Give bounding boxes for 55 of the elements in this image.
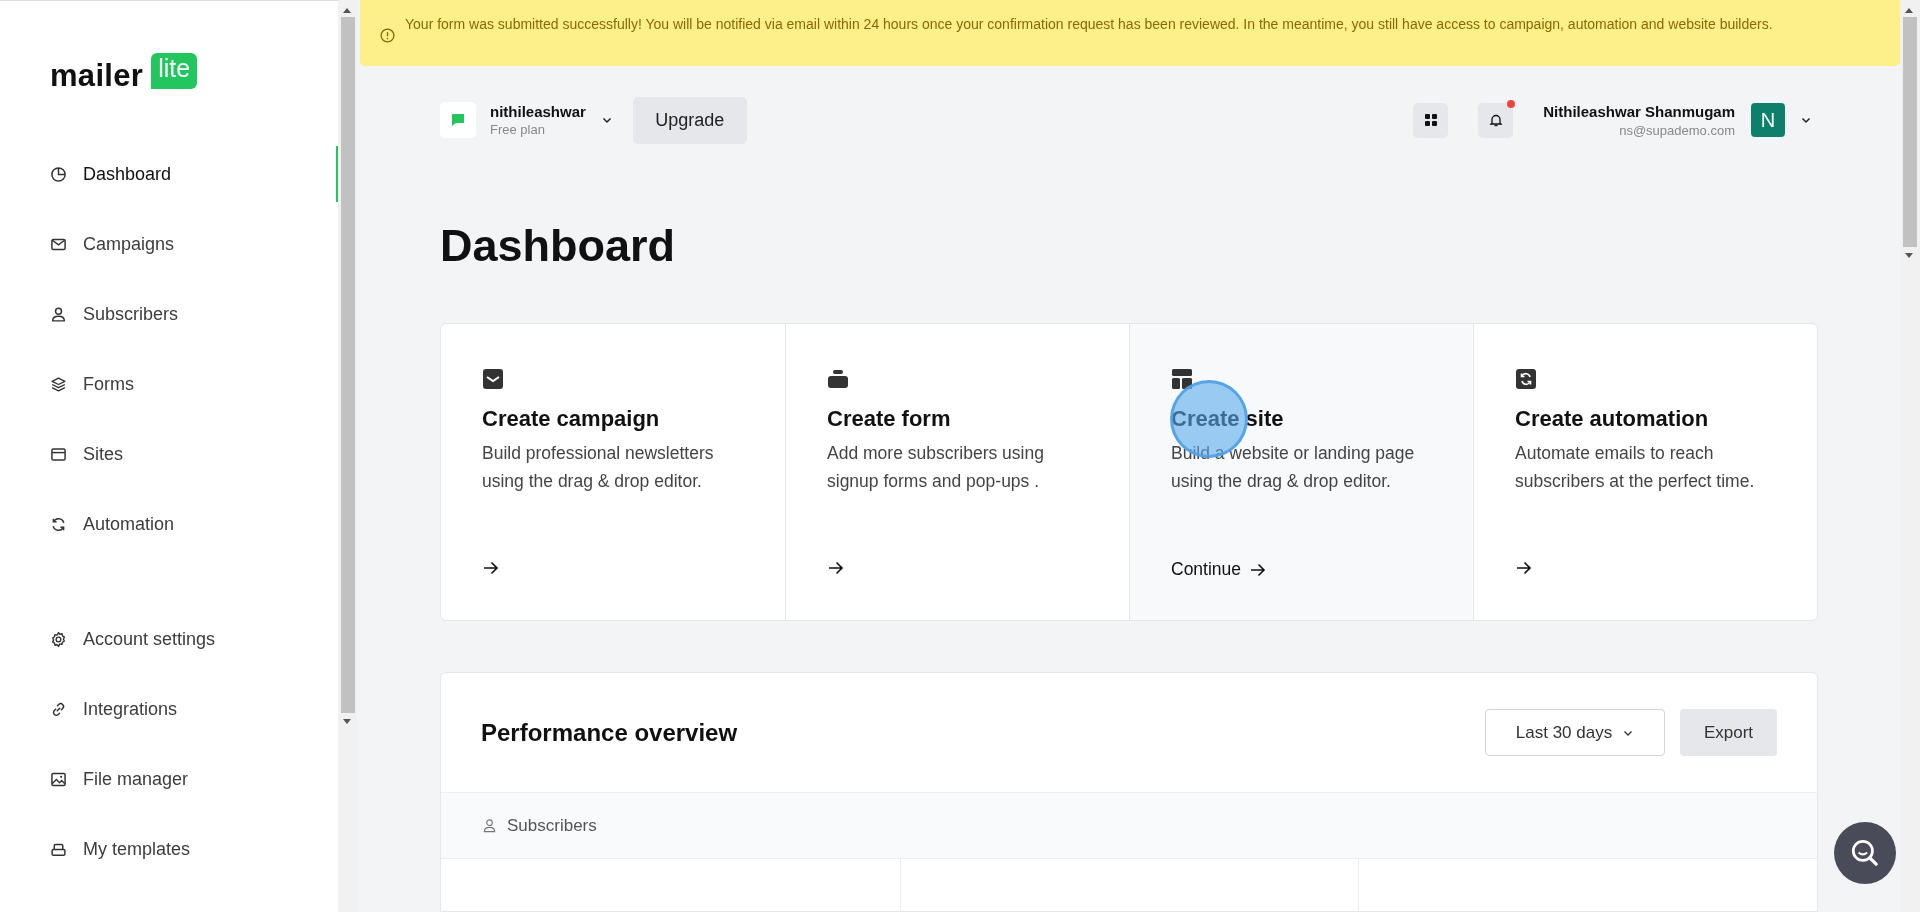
envelope-icon [482,368,504,390]
image-icon [50,770,67,788]
upgrade-button[interactable]: Upgrade [632,96,747,144]
settings-icon [50,630,67,648]
card-description: Add more subscribers using signup forms and pop-ups . [827,442,1045,493]
action-card[interactable]: Create automation Automate emails to reach subscribers at the perfect time. [1473,324,1817,620]
page-title: Dashboard [440,219,677,273]
person-icon [482,818,497,833]
link-icon [50,700,67,718]
plan-label: Free plan [490,122,546,137]
section-title: Performance overview [481,718,738,747]
layers-icon [50,375,67,393]
sidebar-item[interactable]: Dashboard [50,139,338,209]
sidebar-item[interactable]: Account settings [50,604,338,674]
logo[interactable]: mailer lite [50,51,210,91]
sidebar-item[interactable]: Automation [50,489,338,559]
arrow-right-icon[interactable] [482,559,500,577]
refresh-icon [50,515,67,533]
sidebar-scrollbar[interactable] [338,0,357,912]
sidebar-item[interactable]: Forms [50,349,338,419]
page-scrollbar[interactable] [1900,0,1920,912]
browser-icon [50,445,67,463]
action-card[interactable]: Create campaign Build professional newsletters using the drag & drop editor. [441,324,785,620]
card-title: Create automation [1515,406,1709,432]
sidebar-item[interactable]: My templates [50,814,338,884]
card-title: Create form [827,406,951,432]
sidebar-item[interactable]: File manager [50,744,338,814]
arrow-right-icon[interactable] [1515,559,1533,577]
sidebar-item[interactable]: Subscribers [50,279,338,349]
continue-link[interactable]: Continue [1171,559,1242,580]
warning-icon [380,28,395,43]
sidebar-item[interactable]: Campaigns [50,209,338,279]
apps-grid-button[interactable] [1413,102,1449,138]
alert-message: Your form was submitted successfully! You will be notified via email within 24 hours once your confirmation request has been reviewed. In the meantime, you still have access to campaign, automation and website builders. [405,15,1774,34]
sidebar-item[interactable]: Integrations [50,674,338,744]
grid-icon [1422,112,1439,128]
arrow-right-icon[interactable] [827,559,845,577]
card-title: Create campaign [482,406,660,432]
refresh-icon [1515,368,1537,390]
user-name[interactable]: Nithileashwar Shanmugam [1543,102,1735,120]
layout-icon [1171,368,1193,390]
notifications-button[interactable] [1478,102,1514,138]
card-description: Automate emails to reach subscribers at the perfect time. [1515,442,1756,493]
date-range-dropdown[interactable]: Last 30 days [1485,709,1665,756]
workspace-name[interactable]: nithileashwar [490,103,586,120]
user-avatar[interactable]: N [1751,103,1785,137]
person-icon [50,305,67,323]
clock-pie-icon [50,165,67,183]
export-button[interactable]: Export [1680,709,1777,756]
subscribers-tab[interactable]: Subscribers [507,815,597,836]
card-description: Build professional newsletters using the drag & drop editor. [482,442,715,493]
user-email: ns@supademo.com [1619,122,1735,138]
inbox-stack-icon [827,368,849,390]
bell-icon [1487,112,1504,128]
sidebar-item[interactable]: Sites [50,419,338,489]
